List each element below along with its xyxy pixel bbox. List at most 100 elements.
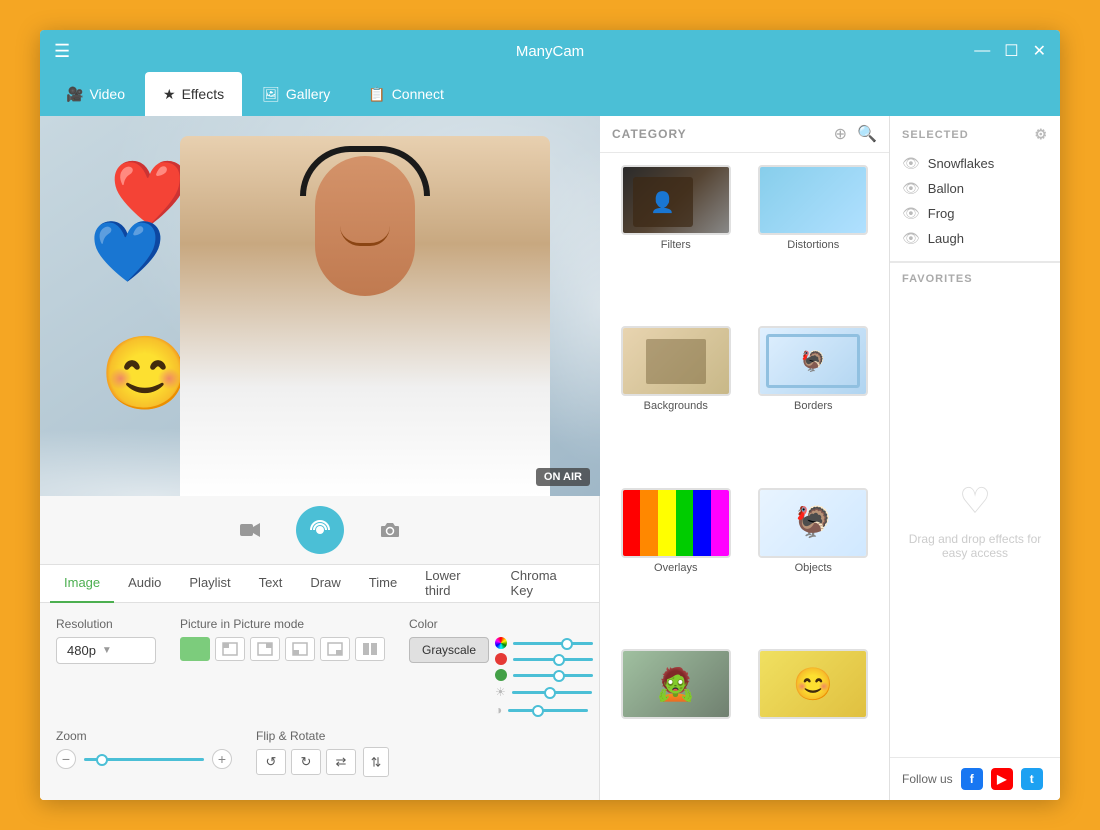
category-add-button[interactable]: ⊕ (834, 124, 847, 144)
pip-option-br[interactable] (320, 637, 350, 661)
favorites-title: FAVORITES (902, 273, 1048, 285)
category-item-overlays[interactable]: Overlays (608, 484, 744, 643)
brightness-slider[interactable] (512, 691, 592, 694)
tab-connect[interactable]: 📋 Connect (350, 72, 462, 116)
rotate-right-button[interactable]: ↻ (291, 749, 321, 775)
middle-panel: CATEGORY ⊕ 🔍 👤 Filters (600, 116, 890, 800)
filters-face: 👤 (633, 177, 693, 227)
filters-thumb-bg: 👤 (623, 167, 729, 233)
heart-icon: ♡ (959, 480, 991, 522)
category-search-button[interactable]: 🔍 (857, 124, 877, 144)
tab-video[interactable]: 🎥 Video (48, 72, 143, 116)
camera-button[interactable] (232, 512, 268, 548)
window-controls: — ☐ ✕ (974, 41, 1046, 61)
maximize-button[interactable]: ☐ (1004, 41, 1018, 61)
resolution-group: Resolution 480p ▼ (56, 617, 156, 664)
twitter-button[interactable]: t (1021, 768, 1043, 790)
hue-slider[interactable] (513, 642, 593, 645)
brightness-icon: ☀ (495, 685, 506, 699)
flip-rotate-controls: ↺ ↻ ⇄ ⇄ (256, 749, 391, 775)
green-slider[interactable] (513, 674, 593, 677)
flip-vertical-button[interactable]: ⇄ (363, 747, 389, 777)
pip-option-tl[interactable] (215, 637, 245, 661)
selected-filter-icon[interactable]: ⚙ (1034, 126, 1048, 143)
close-button[interactable]: ✕ (1033, 41, 1046, 61)
settings-panel: Resolution 480p ▼ Picture in Picture mod… (40, 603, 599, 800)
eye-icon-frog[interactable]: 👁 (902, 205, 920, 222)
flip-label: Flip & Rotate (256, 729, 391, 743)
rotate-left-button[interactable]: ↺ (256, 749, 286, 775)
tab-audio[interactable]: Audio (114, 565, 175, 603)
borders-thumb-bg: 🦃 (760, 328, 866, 394)
video-controls (40, 496, 599, 565)
borders-label: Borders (794, 400, 833, 412)
broadcast-button[interactable] (296, 506, 344, 554)
red-dot (495, 653, 507, 665)
category-item-face2[interactable]: 😊 (746, 645, 882, 792)
menu-icon[interactable]: ☰ (54, 41, 70, 62)
tab-lower-third[interactable]: Lower third (411, 565, 496, 603)
pip-group: Picture in Picture mode (180, 617, 385, 661)
connect-icon: 📋 (368, 86, 385, 103)
objects-thumb: 🦃 (758, 488, 868, 558)
red-slider[interactable] (513, 658, 593, 661)
category-item-backgrounds[interactable]: Backgrounds (608, 322, 744, 481)
balloon-blue-emoji: 💙 (90, 216, 165, 287)
tab-time[interactable]: Time (355, 565, 411, 603)
backgrounds-thumb-bg (623, 328, 729, 394)
youtube-button[interactable]: ▶ (991, 768, 1013, 790)
zoom-in-button[interactable]: + (212, 749, 232, 769)
facebook-button[interactable]: f (961, 768, 983, 790)
selected-item-snowflakes: 👁 Snowflakes (902, 151, 1048, 176)
tab-draw[interactable]: Draw (296, 565, 354, 603)
selected-title: SELECTED ⚙ (902, 126, 1048, 143)
category-item-objects[interactable]: 🦃 Objects (746, 484, 882, 643)
backgrounds-thumb (621, 326, 731, 396)
category-item-face1[interactable]: 🧟 (608, 645, 744, 792)
tab-text[interactable]: Text (245, 565, 297, 603)
eye-icon-snowflakes[interactable]: 👁 (902, 155, 920, 172)
main-content: ❤️ 💙 😊 🐸 ON (40, 116, 1060, 800)
resolution-label: Resolution (56, 617, 156, 631)
eye-icon-ballon[interactable]: 👁 (902, 180, 920, 197)
pip-option-split[interactable] (355, 637, 385, 661)
snapshot-button[interactable] (372, 512, 408, 548)
flip-horizontal-button[interactable]: ⇄ (326, 749, 356, 775)
color-label: Color (409, 617, 593, 631)
eye-icon-laugh[interactable]: 👁 (902, 230, 920, 247)
category-item-filters[interactable]: 👤 Filters (608, 161, 744, 320)
grayscale-button[interactable]: Grayscale (409, 637, 489, 663)
backgrounds-label: Backgrounds (644, 400, 708, 412)
tab-effects[interactable]: ★ Effects (145, 72, 242, 116)
brightness-slider-row: ☀ (495, 685, 593, 699)
favorites-empty: ♡ Drag and drop effects for easy access (902, 293, 1048, 747)
resolution-chevron: ▼ (102, 645, 112, 656)
minimize-button[interactable]: — (974, 42, 990, 60)
tab-chroma-key[interactable]: Chroma Key (497, 565, 589, 603)
selected-section: SELECTED ⚙ 👁 Snowflakes 👁 Ballon 👁 Frog … (890, 116, 1060, 262)
zoom-out-button[interactable]: − (56, 749, 76, 769)
tab-playlist[interactable]: Playlist (175, 565, 244, 603)
overlays-label: Overlays (654, 562, 697, 574)
video-preview: ❤️ 💙 😊 🐸 ON (40, 116, 600, 496)
contrast-slider[interactable] (508, 709, 588, 712)
category-item-distortions[interactable]: Distortions (746, 161, 882, 320)
pip-option-bl[interactable] (285, 637, 315, 661)
objects-icon: 🦃 (760, 490, 866, 556)
resolution-select[interactable]: 480p ▼ (56, 637, 156, 664)
tab-image[interactable]: Image (50, 565, 114, 603)
zoom-slider[interactable] (84, 758, 204, 761)
category-item-borders[interactable]: 🦃 Borders (746, 322, 882, 481)
contrast-slider-row: ◑ (495, 703, 593, 717)
overlays-thumb-bg (623, 490, 729, 556)
face1-icon: 🧟 (623, 651, 729, 717)
tab-gallery[interactable]: 🖼 Gallery (244, 72, 348, 116)
filters-thumb: 👤 (621, 165, 731, 235)
category-actions: ⊕ 🔍 (834, 124, 877, 144)
pip-option-full[interactable] (180, 637, 210, 661)
pip-option-tr[interactable] (250, 637, 280, 661)
bottom-tabs: Image Audio Playlist Text Draw Time Lowe… (40, 565, 599, 603)
color-wheel-icon (495, 637, 507, 649)
favorites-section: FAVORITES ♡ Drag and drop effects for ea… (890, 263, 1060, 757)
green-slider-row (495, 669, 593, 681)
